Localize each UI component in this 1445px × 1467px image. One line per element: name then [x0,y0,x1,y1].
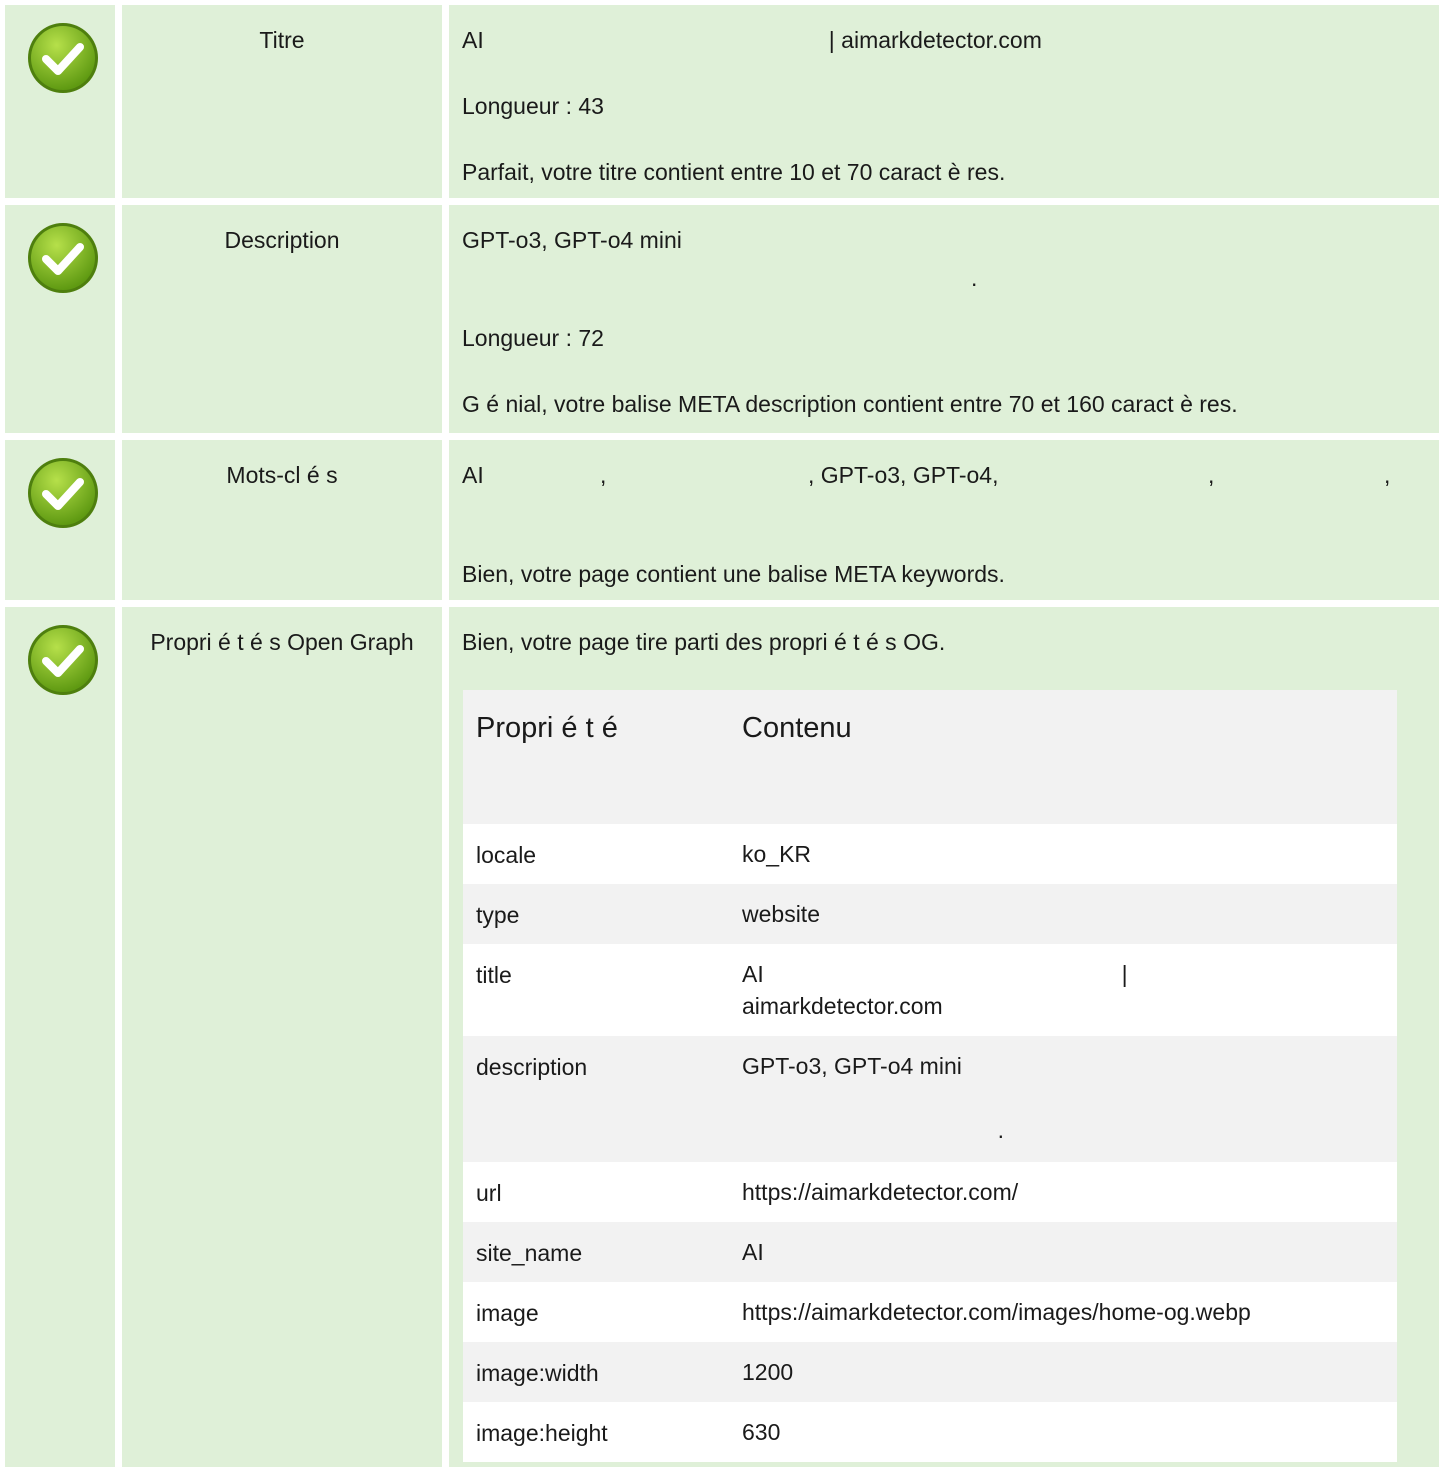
og-table-header: Propri é t é Contenu [463,690,1397,824]
title-value: AI | aimarkdetector.com [462,27,1042,53]
og-row-type: type website [463,884,1397,944]
value-cell: Bien, votre page tire parti des propri é… [449,607,1439,1467]
og-row-image-height: image:height 630 [463,1402,1397,1462]
og-value: 1200 [742,1359,794,1385]
row-label: Description [224,227,340,253]
description-value-line2: . [971,265,978,291]
row-label: Titre [259,27,305,53]
og-value: https://aimarkdetector.com/ [742,1179,1019,1205]
description-message: G é nial, votre balise META description … [462,391,1238,417]
og-key: title [476,962,512,988]
og-value: https://aimarkdetector.com/images/home-o… [742,1299,1251,1325]
og-header-property: Propri é t é [476,712,618,744]
keyword-fragment: , GPT-o3, GPT-o4, [808,462,999,488]
og-value: GPT-o3, GPT-o4 mini . [742,1053,1004,1143]
og-key: image:height [476,1420,608,1446]
og-key: image:width [476,1360,599,1386]
label-cell: Mots-cl é s [122,440,442,600]
status-cell [5,440,115,600]
og-value: AI | aimarkdetector.com [742,961,1128,1019]
row-description: Description GPT-o3, GPT-o4 mini . Longue… [0,205,1445,433]
og-key: image [476,1300,539,1326]
og-row-description: description GPT-o3, GPT-o4 mini . [463,1036,1397,1162]
value-cell: AI , , GPT-o3, GPT-o4, , , Bien, votre p… [449,440,1439,600]
value-cell: GPT-o3, GPT-o4 mini . Longueur : 72 G é … [449,205,1439,433]
row-label: Propri é t é s Open Graph [150,629,414,655]
og-row-image-width: image:width 1200 [463,1342,1397,1402]
check-icon [28,223,98,293]
check-icon [28,23,98,93]
value-cell: AI | aimarkdetector.com Longueur : 43 Pa… [449,5,1439,198]
og-row-url: url https://aimarkdetector.com/ [463,1162,1397,1222]
og-value: ko_KR [742,841,812,867]
og-row-site-name: site_name AI [463,1222,1397,1282]
seo-report: Titre AI | aimarkdetector.com Longueur :… [0,0,1445,1467]
keyword-fragment: , [1208,462,1215,488]
og-message: Bien, votre page tire parti des propri é… [462,629,946,655]
check-icon [28,458,98,528]
og-key: url [476,1180,502,1206]
row-keywords: Mots-cl é s AI , , GPT-o3, GPT-o4, , , B… [0,440,1445,600]
og-value: website [742,901,820,927]
og-value: 630 [742,1419,781,1445]
og-row-locale: locale ko_KR [463,824,1397,884]
label-cell: Propri é t é s Open Graph [122,607,442,1467]
og-key: locale [476,842,537,868]
label-cell: Titre [122,5,442,198]
check-icon [28,625,98,695]
og-row-title: title AI | aimarkdetector.com [463,944,1397,1036]
og-key: type [476,902,520,928]
description-length: Longueur : 72 [462,325,604,351]
row-open-graph: Propri é t é s Open Graph Bien, votre pa… [0,607,1445,1467]
status-cell [5,205,115,433]
keyword-fragment: , [600,462,607,488]
keywords-message: Bien, votre page contient une balise MET… [462,561,1005,587]
row-label: Mots-cl é s [226,462,338,488]
description-value: GPT-o3, GPT-o4 mini [462,227,682,253]
keyword-fragment: AI [462,462,484,488]
label-cell: Description [122,205,442,433]
og-header-content: Contenu [742,712,852,744]
og-row-image: image https://aimarkdetector.com/images/… [463,1282,1397,1342]
status-cell [5,607,115,1467]
og-key: site_name [476,1240,583,1266]
og-value: AI [742,1239,764,1265]
og-key: description [476,1054,588,1080]
status-cell [5,5,115,198]
title-length: Longueur : 43 [462,93,604,119]
row-title: Titre AI | aimarkdetector.com Longueur :… [0,5,1445,198]
title-message: Parfait, votre titre contient entre 10 e… [462,159,1006,185]
keyword-fragment: , [1384,462,1391,488]
